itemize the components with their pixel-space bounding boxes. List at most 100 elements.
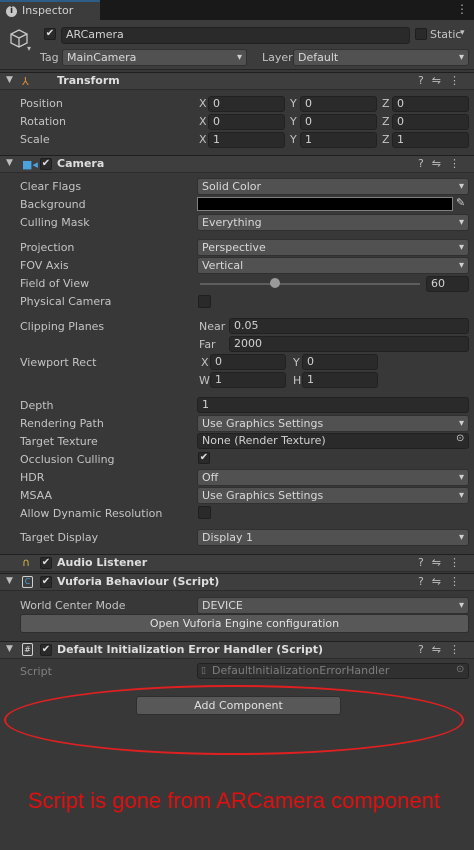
target-display-dropdown[interactable]: Display 1 bbox=[197, 529, 469, 546]
axis-z-label: Z bbox=[382, 115, 390, 128]
viewport-w-input[interactable]: 1 bbox=[210, 372, 286, 388]
script-icon: C bbox=[22, 576, 33, 588]
audio-listener-title: Audio Listener bbox=[57, 556, 148, 569]
preset-icon: ⇋ bbox=[431, 157, 449, 170]
scale-x-input[interactable]: 1 bbox=[208, 132, 285, 148]
layer-label: Layer bbox=[262, 51, 293, 64]
vp-x-label: X bbox=[201, 356, 209, 369]
msaa-dropdown[interactable]: Use Graphics Settings bbox=[197, 487, 469, 504]
object-picker-icon: ⊙ bbox=[456, 664, 465, 675]
object-name-input[interactable]: ARCamera bbox=[61, 27, 410, 44]
viewport-x-input[interactable]: 0 bbox=[210, 354, 286, 370]
transform-title: Transform bbox=[57, 74, 120, 87]
position-x-input[interactable]: 0 bbox=[208, 96, 285, 112]
static-dropdown-arrow[interactable]: ▾ bbox=[460, 28, 465, 38]
layer-dropdown[interactable]: Default bbox=[293, 49, 469, 66]
collapse-arrow-icon[interactable]: ▼ bbox=[6, 576, 13, 586]
collapse-arrow-icon[interactable]: ▼ bbox=[6, 644, 13, 654]
tag-dropdown[interactable]: MainCamera bbox=[62, 49, 247, 66]
occlusion-culling-checkbox[interactable]: ✔ bbox=[198, 452, 210, 464]
vuforia-enabled-checkbox[interactable]: ✔ bbox=[40, 576, 52, 588]
script-icon: # bbox=[22, 643, 33, 656]
culling-mask-dropdown[interactable]: Everything bbox=[197, 214, 469, 231]
init-error-handler-header[interactable]: ▼ # ✔ Default Initialization Error Handl… bbox=[0, 641, 474, 659]
object-picker-icon[interactable]: ⊙ bbox=[456, 433, 464, 444]
tag-label: Tag bbox=[40, 51, 59, 64]
eyedropper-icon[interactable]: ✎ bbox=[456, 196, 465, 209]
rendering-path-dropdown[interactable]: Use Graphics Settings bbox=[197, 415, 469, 432]
physical-camera-label: Physical Camera bbox=[20, 295, 112, 308]
static-checkbox[interactable] bbox=[415, 28, 427, 40]
background-color-swatch[interactable] bbox=[197, 197, 453, 211]
component-icons[interactable]: ?⇋⋮ bbox=[418, 556, 468, 569]
collapse-arrow-icon[interactable]: ▼ bbox=[6, 158, 13, 168]
audio-listener-header[interactable]: ∩ ✔ Audio Listener ?⇋⋮ bbox=[0, 554, 474, 572]
scale-z-input[interactable]: 1 bbox=[392, 132, 469, 148]
camera-header[interactable]: ▼ ■◂ ✔ Camera ?⇋⋮ bbox=[0, 155, 474, 173]
collapse-arrow-icon[interactable]: ▼ bbox=[6, 75, 13, 85]
dynamic-resolution-label: Allow Dynamic Resolution bbox=[20, 507, 163, 520]
world-center-mode-dropdown[interactable]: DEVICE bbox=[197, 597, 469, 614]
headphones-icon: ∩ bbox=[22, 556, 31, 569]
script-field: ▯ DefaultInitializationErrorHandler bbox=[197, 663, 469, 679]
vuforia-title: Vuforia Behaviour (Script) bbox=[57, 575, 220, 588]
position-z-input[interactable]: 0 bbox=[392, 96, 469, 112]
audio-listener-checkbox[interactable]: ✔ bbox=[40, 557, 52, 569]
camera-icon: ■◂ bbox=[22, 158, 38, 171]
preset-icon: ⇋ bbox=[431, 575, 449, 588]
active-checkbox[interactable]: ✔ bbox=[44, 28, 56, 40]
position-label: Position bbox=[20, 97, 63, 110]
fov-label: Field of View bbox=[20, 277, 90, 290]
script-file-icon: ▯ bbox=[201, 666, 206, 676]
component-icons[interactable]: ?⇋⋮ bbox=[418, 575, 468, 588]
viewport-h-input[interactable]: 1 bbox=[302, 372, 378, 388]
scale-y-input[interactable]: 1 bbox=[300, 132, 377, 148]
icon-dropdown-arrow[interactable]: ▾ bbox=[27, 44, 31, 53]
fov-input[interactable]: 60 bbox=[426, 276, 469, 292]
viewport-y-input[interactable]: 0 bbox=[302, 354, 378, 370]
target-texture-label: Target Texture bbox=[20, 435, 98, 448]
axis-x-label: X bbox=[199, 115, 207, 128]
axis-z-label: Z bbox=[382, 97, 390, 110]
far-label: Far bbox=[199, 338, 216, 351]
annotation-text: Script is gone from ARCamera component bbox=[28, 788, 441, 813]
open-vuforia-config-button[interactable]: Open Vuforia Engine configuration bbox=[20, 614, 469, 633]
rotation-x-input[interactable]: 0 bbox=[208, 114, 285, 130]
far-input[interactable]: 2000 bbox=[229, 336, 469, 352]
target-texture-field[interactable]: None (Render Texture) bbox=[197, 433, 469, 449]
preset-icon: ⇋ bbox=[431, 643, 449, 656]
more-icon: ⋮ bbox=[449, 74, 468, 87]
tab-inspector-label: Inspector bbox=[22, 4, 74, 17]
projection-dropdown[interactable]: Perspective bbox=[197, 239, 469, 256]
more-options-icon[interactable]: ⋮ bbox=[456, 2, 468, 16]
fov-slider-track[interactable] bbox=[200, 283, 420, 285]
clear-flags-dropdown[interactable]: Solid Color bbox=[197, 178, 469, 195]
vuforia-header[interactable]: ▼ C ✔ Vuforia Behaviour (Script) ?⇋⋮ bbox=[0, 573, 474, 591]
tab-inspector[interactable]: i Inspector bbox=[0, 0, 100, 20]
vp-w-label: W bbox=[199, 374, 210, 387]
more-icon: ⋮ bbox=[449, 575, 468, 588]
target-display-label: Target Display bbox=[20, 531, 99, 544]
physical-camera-checkbox[interactable] bbox=[198, 295, 211, 308]
fov-slider-thumb[interactable] bbox=[269, 278, 280, 288]
position-y-input[interactable]: 0 bbox=[300, 96, 377, 112]
near-input[interactable]: 0.05 bbox=[229, 318, 469, 334]
more-icon: ⋮ bbox=[449, 157, 468, 170]
fov-axis-dropdown[interactable]: Vertical bbox=[197, 257, 469, 274]
info-icon: i bbox=[6, 6, 17, 17]
projection-label: Projection bbox=[20, 241, 75, 254]
dynamic-resolution-checkbox[interactable] bbox=[198, 506, 211, 519]
component-icons[interactable]: ?⇋⋮ bbox=[418, 157, 468, 170]
hdr-dropdown[interactable]: Off bbox=[197, 469, 469, 486]
component-icons[interactable]: ?⇋⋮ bbox=[418, 643, 468, 656]
init-handler-checkbox[interactable]: ✔ bbox=[40, 644, 52, 656]
clipping-planes-label: Clipping Planes bbox=[20, 320, 105, 333]
transform-header[interactable]: ▼ ⅄ Transform ?⇋⋮ bbox=[0, 72, 474, 90]
camera-enabled-checkbox[interactable]: ✔ bbox=[40, 158, 52, 170]
fov-axis-label: FOV Axis bbox=[20, 259, 69, 272]
rendering-path-label: Rendering Path bbox=[20, 417, 104, 430]
depth-input[interactable]: 1 bbox=[197, 397, 469, 413]
rotation-z-input[interactable]: 0 bbox=[392, 114, 469, 130]
rotation-y-input[interactable]: 0 bbox=[300, 114, 377, 130]
component-icons[interactable]: ?⇋⋮ bbox=[418, 74, 468, 87]
